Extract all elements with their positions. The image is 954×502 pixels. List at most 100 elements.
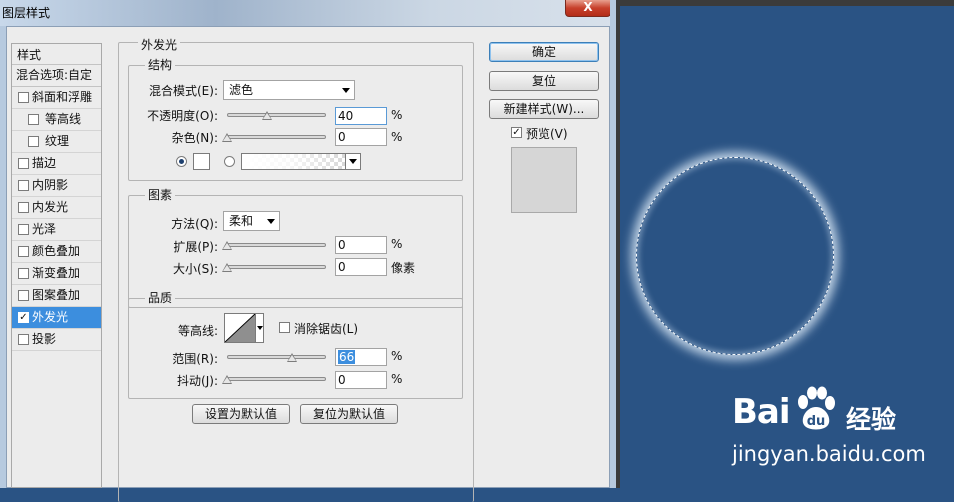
size-input[interactable]: 0 (335, 258, 387, 276)
style-item[interactable]: 斜面和浮雕 (12, 87, 101, 109)
glowing-circle-selection[interactable] (636, 157, 834, 355)
style-item-label: 颜色叠加 (32, 244, 81, 258)
style-item-checkbox[interactable] (18, 180, 29, 191)
opacity-label: 不透明度(O): (147, 109, 218, 123)
style-item[interactable]: 渐变叠加 (12, 263, 101, 285)
noise-slider[interactable] (222, 132, 326, 146)
style-item-checkbox[interactable] (18, 202, 29, 213)
antialias-checkbox[interactable] (279, 322, 290, 333)
blend-options-item[interactable]: 混合选项:自定 (12, 65, 101, 87)
style-item-label: 光泽 (32, 222, 57, 236)
range-input[interactable]: 66 (335, 348, 387, 366)
style-item-label: 图案叠加 (32, 288, 81, 302)
noise-input[interactable]: 0 (335, 128, 387, 146)
opacity-input[interactable]: 40 (335, 107, 387, 125)
watermark-bai: Bai (732, 392, 791, 432)
style-item[interactable]: 光泽 (12, 219, 101, 241)
slider-thumb[interactable] (222, 375, 232, 384)
style-item[interactable]: 等高线 (12, 109, 101, 131)
baidu-paw-icon: du (798, 386, 835, 430)
size-unit: 像素 (391, 261, 416, 275)
technique-label: 方法(Q): (171, 217, 218, 231)
outer-glow-title: 外发光 (138, 36, 181, 53)
blend-mode-select[interactable]: 滤色 (223, 80, 355, 100)
contour-picker[interactable] (224, 313, 264, 343)
jitter-unit: % (391, 372, 403, 386)
dialog-title: 图层样式 (2, 6, 51, 20)
style-item-checkbox[interactable] (18, 224, 29, 235)
style-item[interactable]: ✓ 外发光 (12, 307, 101, 329)
spread-input[interactable]: 0 (335, 236, 387, 254)
styles-header[interactable]: 样式 (12, 44, 101, 65)
style-item-label: 内阴影 (32, 178, 69, 192)
size-slider[interactable] (222, 262, 326, 276)
jitter-label: 抖动(J): (177, 374, 218, 388)
noise-unit: % (391, 130, 403, 144)
antialias-label: 消除锯齿(L) (294, 322, 359, 336)
style-item-label: 等高线 (45, 112, 82, 126)
chevron-down-icon[interactable] (255, 314, 263, 342)
outer-glow-panel: 外发光 结构 混合模式(E): 滤色 不透明度(O): 40 % 杂色(N): … (118, 26, 474, 502)
style-item[interactable]: 图案叠加 (12, 285, 101, 307)
structure-title: 结构 (145, 56, 176, 73)
reset-button[interactable]: 复位 (489, 71, 599, 91)
style-preview-thumbnail (511, 147, 577, 213)
slider-track (227, 113, 326, 117)
ok-button[interactable]: 确定 (489, 42, 599, 62)
watermark-logo-text: Bai (732, 392, 791, 432)
slider-thumb[interactable] (222, 263, 232, 272)
title-bar[interactable]: 图层样式 X (0, 0, 616, 26)
style-item[interactable]: 投影 (12, 329, 101, 351)
style-item-checkbox[interactable] (18, 246, 29, 257)
style-item-checkbox[interactable] (28, 136, 39, 147)
style-item[interactable]: 描边 (12, 153, 101, 175)
chevron-down-icon[interactable] (345, 153, 361, 170)
size-label: 大小(S): (172, 262, 218, 276)
style-item-label: 外发光 (32, 310, 69, 324)
gradient-picker[interactable] (241, 153, 361, 170)
style-item[interactable]: 纹理 (12, 131, 101, 153)
style-item-checkbox[interactable] (18, 334, 29, 345)
style-item-checkbox[interactable] (18, 92, 29, 103)
chevron-down-icon (342, 88, 350, 93)
spread-slider[interactable] (222, 240, 326, 254)
preview-label: 预览(V) (526, 127, 568, 141)
elements-title: 图素 (145, 186, 176, 203)
range-label: 范围(R): (172, 352, 218, 366)
blend-options-label: 混合选项:自定 (16, 68, 93, 82)
gradient-radio[interactable] (224, 156, 235, 167)
technique-select[interactable]: 柔和 (223, 211, 280, 231)
style-item[interactable]: 内发光 (12, 197, 101, 219)
style-item-label: 渐变叠加 (32, 266, 81, 280)
slider-thumb[interactable] (222, 241, 232, 250)
opacity-unit: % (391, 108, 403, 122)
jitter-input[interactable]: 0 (335, 371, 387, 389)
slider-thumb[interactable] (261, 111, 272, 120)
slider-thumb[interactable] (287, 353, 298, 362)
spread-label: 扩展(P): (173, 240, 218, 254)
preview-checkbox[interactable]: ✓ (511, 127, 522, 138)
style-item-checkbox[interactable] (18, 268, 29, 279)
opacity-slider[interactable] (227, 110, 326, 124)
slider-thumb[interactable] (222, 133, 232, 142)
jitter-slider[interactable] (222, 374, 326, 388)
style-item[interactable]: 内阴影 (12, 175, 101, 197)
style-item-label: 纹理 (45, 134, 70, 148)
style-item-checkbox[interactable] (18, 290, 29, 301)
glow-color-swatch[interactable] (193, 153, 210, 170)
slider-track (227, 135, 326, 139)
spread-unit: % (391, 237, 403, 251)
new-style-button[interactable]: 新建样式(W)... (489, 99, 599, 119)
make-default-button[interactable]: 设置为默认值 (192, 404, 290, 424)
style-item-checkbox[interactable] (28, 114, 39, 125)
reset-default-button[interactable]: 复位为默认值 (300, 404, 398, 424)
range-slider[interactable] (227, 352, 326, 366)
style-item-checkbox[interactable]: ✓ (18, 312, 29, 323)
close-button[interactable]: X (565, 0, 611, 17)
slider-track (227, 355, 326, 359)
document-canvas[interactable]: Bai du 经验 jingyan.baidu.com (620, 0, 954, 488)
style-item-checkbox[interactable] (18, 158, 29, 169)
solid-color-radio[interactable] (176, 156, 187, 167)
style-item[interactable]: 颜色叠加 (12, 241, 101, 263)
canvas-top-strip (620, 0, 954, 6)
